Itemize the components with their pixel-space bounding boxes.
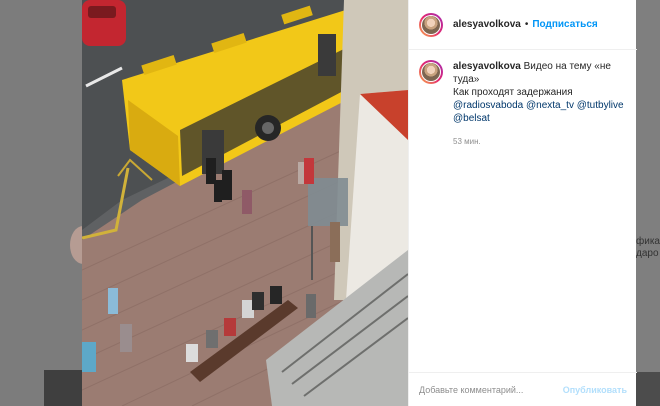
comment-bar: Добавьте комментарий... Опубликовать bbox=[409, 372, 637, 406]
separator-dot: • bbox=[524, 19, 529, 30]
caption-line-3: Как проходят задержания bbox=[453, 87, 573, 98]
post-video[interactable] bbox=[82, 0, 408, 406]
background-right-edge bbox=[636, 0, 660, 406]
caption-avatar[interactable] bbox=[419, 60, 443, 84]
caption-comment: alesyavolkova Видео на тему «не туда» Ка… bbox=[419, 60, 629, 125]
post-modal: alesyavolkova • Подписаться alesyavolkov… bbox=[82, 0, 637, 406]
author-username[interactable]: alesyavolkova bbox=[453, 19, 521, 30]
caption-username[interactable]: alesyavolkova bbox=[453, 61, 521, 72]
comment-input[interactable]: Добавьте комментарий... bbox=[419, 385, 523, 395]
follow-button[interactable]: Подписаться bbox=[532, 19, 597, 30]
post-side-panel: alesyavolkova • Подписаться alesyavolkov… bbox=[408, 0, 637, 406]
video-frame bbox=[82, 0, 408, 406]
avatar-ring bbox=[421, 14, 441, 35]
mention-link[interactable]: @radiosvaboda bbox=[453, 100, 523, 111]
avatar-photo bbox=[422, 15, 440, 34]
background-thumbnail-left bbox=[44, 370, 82, 406]
avatar-photo bbox=[422, 63, 440, 81]
publish-button[interactable]: Опубликовать bbox=[563, 385, 627, 395]
mention-link[interactable]: @nexta_tv bbox=[526, 100, 574, 111]
caption-line-2: туда» bbox=[453, 74, 480, 85]
background-left-edge bbox=[0, 0, 82, 406]
mention-link[interactable]: @belsat bbox=[453, 113, 490, 124]
author-avatar[interactable] bbox=[419, 12, 443, 37]
background-text: фика даро bbox=[636, 236, 660, 259]
avatar-ring bbox=[421, 62, 441, 82]
post-timestamp[interactable]: 53 мин. bbox=[453, 137, 481, 146]
background-thumbnail-right bbox=[636, 372, 660, 406]
caption-text: alesyavolkova Видео на тему «не туда» Ка… bbox=[453, 60, 624, 125]
caption-mentions-line: @radiosvaboda @nexta_tv @tutbylive bbox=[453, 99, 624, 112]
caption-mentions-line-2: @belsat bbox=[453, 112, 624, 125]
caption-text-part: Видео на тему «не bbox=[523, 61, 611, 72]
caption-line-1: alesyavolkova Видео на тему «не bbox=[453, 60, 624, 73]
mention-link[interactable]: @tutbylive bbox=[577, 100, 624, 111]
post-header: alesyavolkova • Подписаться bbox=[409, 0, 637, 50]
